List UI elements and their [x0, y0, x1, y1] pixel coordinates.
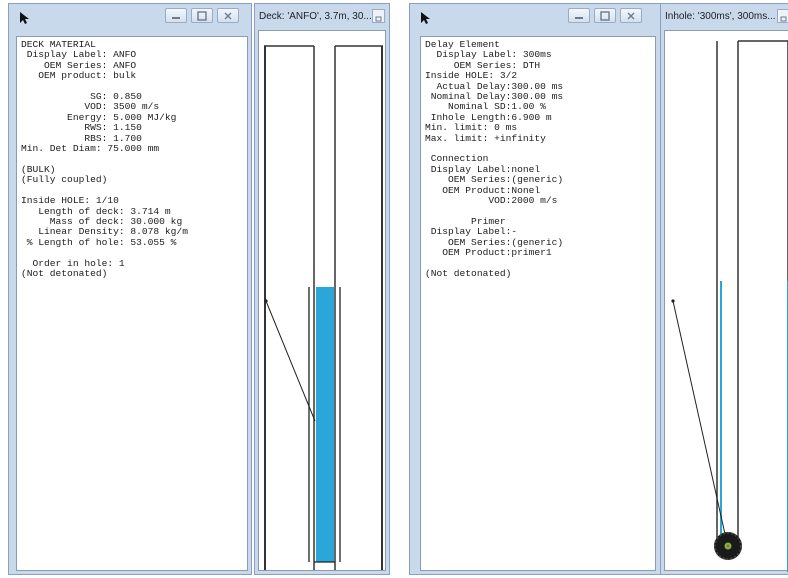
- select-cursor-icon[interactable]: [420, 11, 432, 25]
- minimize-button[interactable]: [165, 8, 187, 23]
- minimize-icon: [172, 17, 180, 19]
- select-cursor-icon[interactable]: [19, 11, 31, 25]
- close-icon: [627, 12, 635, 20]
- inhole-window-close-button[interactable]: [777, 9, 788, 23]
- inhole-leader-line: [672, 300, 728, 544]
- minimize-button[interactable]: [568, 8, 590, 23]
- delay-info-text-area[interactable]: Delay Element Display Label: 300ms OEM S…: [420, 36, 656, 571]
- inhole-graphic-canvas: [664, 30, 788, 572]
- deck-info-window: DECK MATERIAL Display Label: ANFO OEM Se…: [8, 3, 252, 575]
- detonator-icon[interactable]: [714, 532, 742, 560]
- deck-info-titlebar: [9, 4, 251, 32]
- inhole-graphic-window: Inhole: '300ms', 300ms...: [660, 3, 788, 575]
- deck-info-text-area[interactable]: DECK MATERIAL Display Label: ANFO OEM Se…: [16, 36, 248, 571]
- maximize-icon: [600, 11, 610, 21]
- inhole-leader-anchor: [671, 299, 675, 303]
- deck-graphic-titlebar: Deck: 'ANFO', 3.7m, 30...: [255, 4, 389, 30]
- close-button[interactable]: [217, 8, 239, 23]
- delay-info-titlebar: [410, 4, 660, 32]
- anfo-deck-fill: [316, 287, 334, 562]
- hole-collar-right: [381, 46, 383, 570]
- window-menu-icon: [780, 16, 787, 22]
- deck-leader-line: [265, 300, 316, 422]
- deck-info-text: DECK MATERIAL Display Label: ANFO OEM Se…: [21, 39, 188, 279]
- inhole-hole-drawing: [671, 40, 788, 572]
- deck-hole-drawing: [264, 45, 383, 570]
- window-menu-icon: [375, 16, 382, 22]
- close-button[interactable]: [620, 8, 642, 23]
- deck-leader-anchor: [264, 299, 268, 303]
- hole-collar-left: [264, 46, 266, 570]
- deck-window-title: Deck: 'ANFO', 3.7m, 30...: [259, 11, 372, 22]
- delay-info-text: Delay Element Display Label: 300ms OEM S…: [425, 39, 564, 279]
- deck-graphic-canvas: [258, 30, 386, 571]
- deck-graphic-window: Deck: 'ANFO', 3.7m, 30...: [254, 3, 390, 575]
- close-icon: [224, 12, 232, 20]
- minimize-icon: [575, 17, 583, 19]
- maximize-button[interactable]: [191, 8, 213, 23]
- deck-window-close-button[interactable]: [372, 9, 385, 23]
- maximize-button[interactable]: [594, 8, 616, 23]
- inhole-graphic-titlebar: Inhole: '300ms', 300ms...: [661, 4, 788, 30]
- delay-info-window: Delay Element Display Label: 300ms OEM S…: [409, 3, 661, 575]
- maximize-icon: [197, 11, 207, 21]
- inhole-window-title: Inhole: '300ms', 300ms...: [665, 11, 776, 22]
